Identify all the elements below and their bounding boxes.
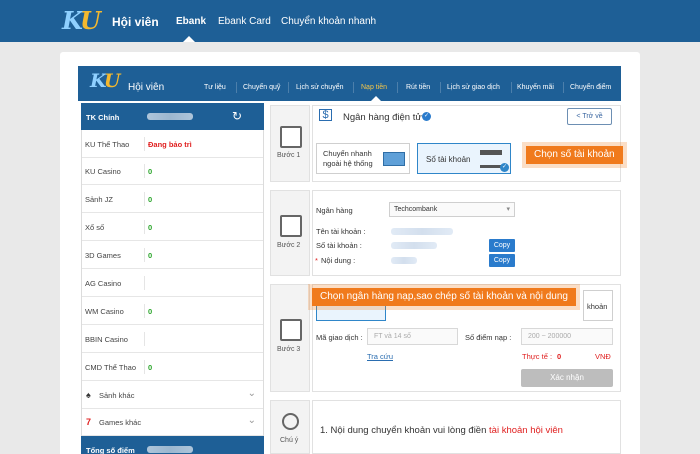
wallet-value: 0: [148, 307, 153, 316]
nav-divider: [288, 82, 289, 93]
wallet-value: 0: [148, 167, 153, 176]
wallet-row: Sảnh JZ 0: [82, 186, 263, 213]
lightbulb-icon: [282, 413, 299, 430]
tab-fund-transfer[interactable]: Chuyển quỹ: [243, 84, 280, 91]
fast-transfer-option[interactable]: Chuyển nhanh ngoài hệ thống: [316, 143, 410, 174]
transfer-method-option[interactable]: khoản: [583, 290, 613, 321]
nav-divider: [563, 82, 564, 93]
ebank-title: Ngân hàng điện tử: [343, 112, 422, 123]
step-label: Bước 2: [277, 242, 301, 249]
chevron-down-icon: ⌄: [247, 388, 256, 399]
wallet-row: 3D Games 0: [82, 242, 263, 269]
wallet-row: Xổ số 0: [82, 214, 263, 241]
note-text: 1. Nội dung chuyển khoản vui lòng điền t…: [320, 425, 563, 436]
active-nav-indicator: [183, 36, 195, 42]
top-title: Hội viên: [112, 15, 159, 29]
nav-divider: [236, 82, 237, 93]
wallet-value: 0: [148, 223, 153, 232]
member-logo: KU: [90, 70, 120, 92]
tab-profile[interactable]: Tư liệu: [204, 84, 226, 91]
nav-fast-transfer[interactable]: Chuyển khoản nhanh: [281, 16, 376, 27]
bank-select[interactable]: Techcombank ▾: [389, 202, 515, 217]
step-label: Bước 1: [277, 152, 301, 159]
step-3-box: Bước 3: [270, 284, 310, 392]
wallet-row: AG Casino: [82, 270, 263, 297]
wallet-status: Đang bảo trì: [148, 140, 192, 149]
choose-account-callout: Chọn số tài khoản: [526, 146, 623, 164]
verified-icon: ✓: [422, 112, 431, 121]
lookup-link[interactable]: Tra cứu: [367, 352, 393, 361]
account-number-option[interactable]: Số tài khoản ✓: [417, 143, 511, 174]
transaction-code-label: Mã giao dịch :: [316, 333, 363, 342]
seven-icon: 7: [86, 417, 92, 427]
actual-amount-value: 0: [557, 352, 562, 361]
member-title: Hội viên: [128, 82, 165, 93]
chevron-down-icon: ⌄: [247, 415, 256, 426]
dollar-icon: $: [319, 109, 332, 121]
note-box: Chú ý: [270, 400, 310, 454]
wallet-row: CMD Thể Thao 0: [82, 354, 263, 381]
wallet-row: WM Casino 0: [82, 298, 263, 325]
tab-transfer-history[interactable]: Lịch sử chuyển: [296, 84, 344, 91]
masked-content: [391, 257, 417, 264]
bank-icon: [480, 150, 502, 168]
wallet-value: 0: [148, 195, 153, 204]
nav-divider: [353, 82, 354, 93]
tab-point-transfer[interactable]: Chuyển điểm: [570, 84, 611, 91]
step-2-box: Bước 2: [270, 190, 310, 276]
wallet-row: BBIN Casino: [82, 326, 263, 353]
step-1-box: Bước 1: [270, 105, 310, 182]
tab-deposit[interactable]: Nạp tiền: [361, 84, 387, 91]
nav-divider: [440, 82, 441, 93]
actual-amount-label: Thực tế :: [522, 352, 553, 361]
bank-label: Ngân hàng: [316, 206, 353, 215]
edit-icon: [280, 319, 302, 341]
copy-account-button[interactable]: Copy: [489, 239, 515, 252]
step-label: Chú ý: [280, 437, 299, 444]
brand-logo[interactable]: KU: [62, 6, 101, 35]
active-tab-indicator: [371, 96, 381, 101]
sidebar-item-other-games[interactable]: 7 Games khác ⌄: [82, 409, 263, 436]
masked-balance: [147, 113, 193, 120]
nav-ebank-card[interactable]: Ebank Card: [218, 16, 271, 27]
required-mark: *: [315, 256, 318, 265]
confirm-button[interactable]: Xác nhận: [521, 369, 613, 387]
main-account-label: TK Chính: [86, 113, 120, 122]
chevron-down-icon: ▾: [506, 206, 510, 213]
wallet-row: KU Casino 0: [82, 158, 263, 185]
choose-bank-callout: Chọn ngân hàng nạp,sao chép số tài khoản…: [312, 288, 576, 306]
chevron-left-icon: <: [576, 113, 581, 120]
total-points-label: Tổng số điểm: [86, 446, 135, 454]
wallet-value: 0: [148, 363, 153, 372]
content-label: Nội dung :: [321, 256, 356, 265]
nav-divider: [397, 82, 398, 93]
sidebar-item-other-lobbies[interactable]: ♠ Sảnh khác ⌄: [82, 382, 263, 409]
atm-icon: [383, 152, 405, 166]
card-icon: [280, 126, 302, 148]
refresh-icon[interactable]: ↻: [232, 109, 242, 123]
nav-ebank[interactable]: Ebank: [176, 16, 206, 27]
wallet-value: 0: [148, 251, 153, 260]
nav-divider: [511, 82, 512, 93]
wallet-row: KU Thể Thao Đang bảo trì: [82, 131, 263, 158]
check-icon: ✓: [500, 163, 509, 172]
deposit-points-input[interactable]: 200 ~ 200000: [521, 328, 613, 345]
currency-label: VNĐ: [595, 352, 611, 361]
masked-account-number: [391, 242, 437, 249]
edit-icon: [280, 215, 302, 237]
transaction-code-input[interactable]: FT và 14 số: [367, 328, 458, 345]
masked-total: [147, 446, 193, 453]
masked-account-name: [391, 228, 453, 235]
spade-icon: ♠: [86, 390, 91, 400]
deposit-points-label: Số điểm nạp :: [465, 333, 512, 342]
step-label: Bước 3: [277, 346, 301, 353]
back-button[interactable]: < Trở về: [567, 108, 612, 125]
account-number-label: Số tài khoản :: [316, 241, 362, 250]
account-name-label: Tên tài khoản :: [316, 227, 366, 236]
copy-content-button[interactable]: Copy: [489, 254, 515, 267]
tab-transaction-history[interactable]: Lịch sử giao dịch: [447, 84, 500, 91]
tab-withdraw[interactable]: Rút tiền: [406, 84, 430, 91]
tab-promotions[interactable]: Khuyến mãi: [517, 84, 554, 91]
